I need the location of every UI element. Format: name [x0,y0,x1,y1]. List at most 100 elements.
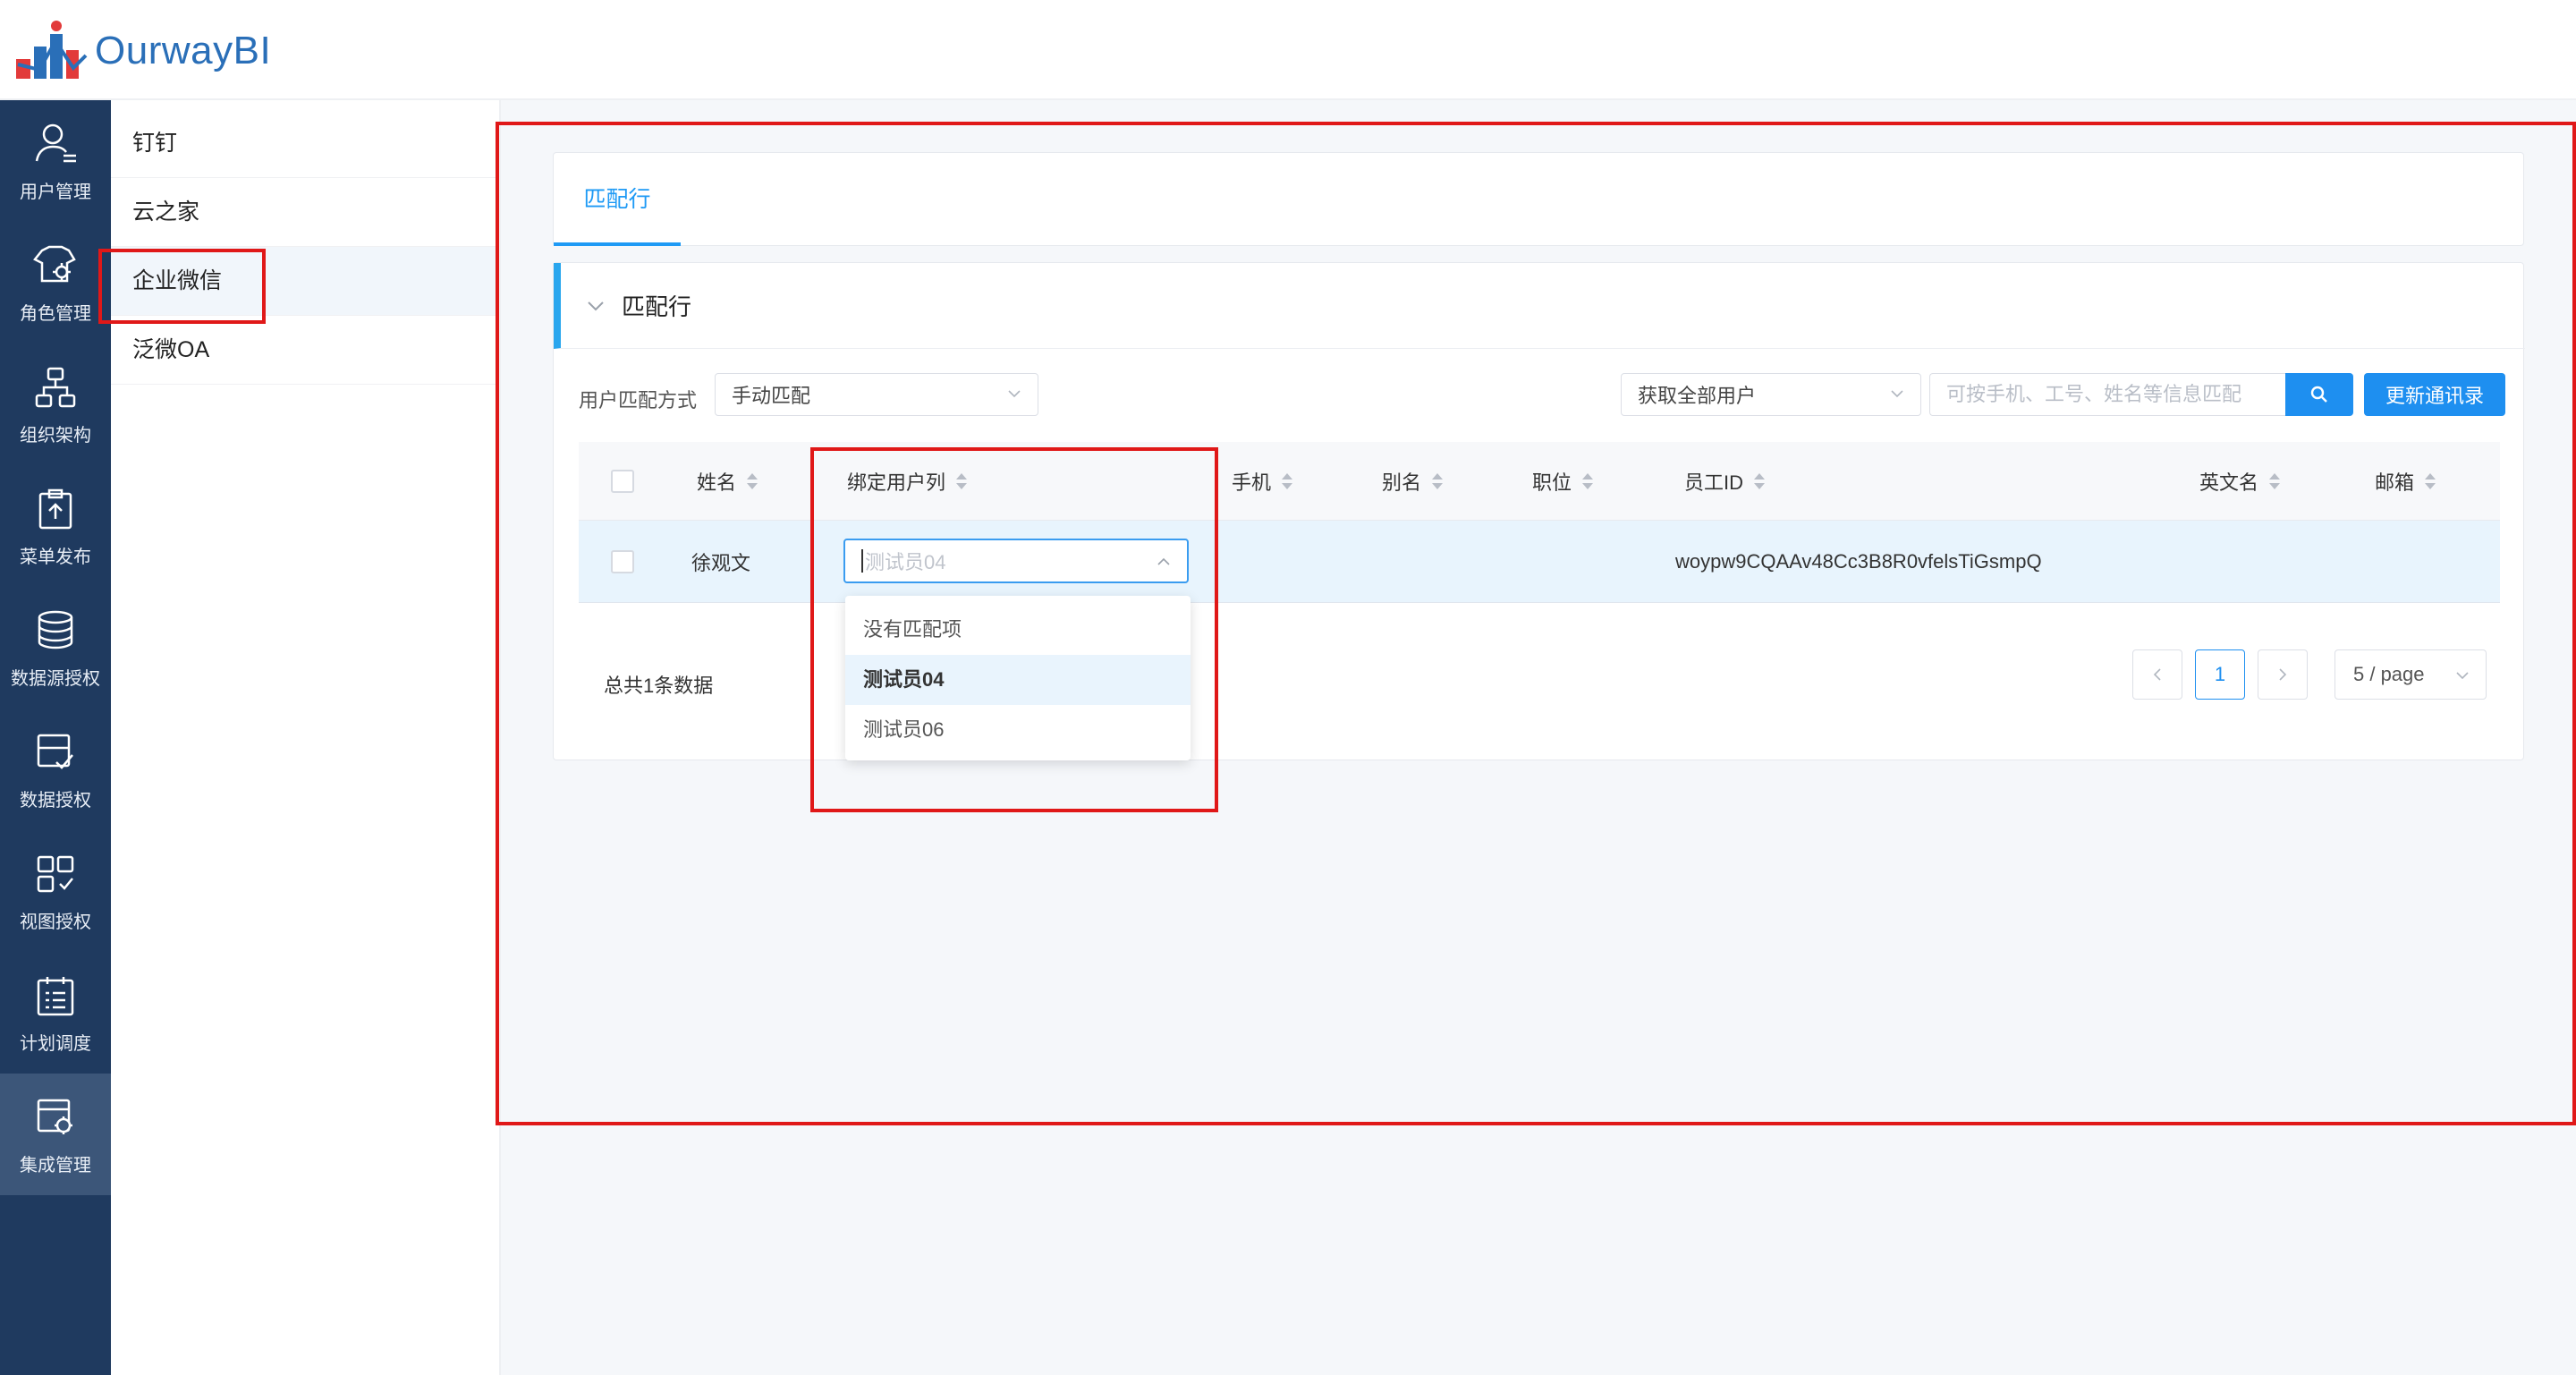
user-icon [35,123,76,162]
match-mode-select[interactable]: 手动匹配 [715,373,1038,416]
sort-icon [2425,471,2436,491]
user-scope-value: 获取全部用户 [1638,385,1757,407]
main-nav: 用户管理 角色管理 组织架构 菜单发布 数据源授权 数据授权 视图授权 计划调度… [0,100,111,1375]
match-panel: 匹配行 用户匹配方式 手动匹配 获取全部用户 更新通讯录 姓名 绑定用户列 手机… [553,262,2525,760]
chevron-down-icon [2456,672,2469,680]
sort-icon [2269,471,2281,491]
col-bound-user[interactable]: 绑定用户列 [847,442,968,520]
nav-item-org-structure[interactable]: 组织架构 [0,344,111,465]
role-settings-icon [33,245,76,282]
col-email[interactable]: 邮箱 [2375,442,2436,520]
col-phone-label: 手机 [1232,471,1272,494]
view-grid-icon [37,855,74,892]
panel-header[interactable]: 匹配行 [554,263,2525,349]
col-employee-id[interactable]: 员工ID [1684,442,1766,520]
sort-icon [956,471,968,491]
nav-label: 角色管理 [20,303,91,324]
select-all-cell [611,442,634,520]
col-email-label: 邮箱 [2375,471,2415,494]
table-row[interactable]: 徐观文 测试员04 woypw9CQAAv48Cc3B8R0vfelsTiGsm… [579,521,2500,603]
sort-icon [1754,471,1766,491]
update-contacts-button[interactable]: 更新通讯录 [2364,373,2505,416]
chevron-down-icon [1008,390,1021,398]
data-auth-icon [37,734,73,769]
col-position-label: 职位 [1532,471,1572,494]
col-bound-user-label: 绑定用户列 [847,471,946,494]
main-content: 匹配行 匹配行 用户匹配方式 手动匹配 获取全部用户 更新通讯录 姓名 绑定用户… [501,100,2576,1375]
bound-user-dropdown: 没有匹配项 测试员04 测试员06 [845,596,1191,760]
col-english-name[interactable]: 英文名 [2199,442,2281,520]
publish-icon [38,488,72,529]
nav-item-schedule[interactable]: 计划调度 [0,952,111,1074]
nav-item-role-management[interactable]: 角色管理 [0,222,111,344]
nav-label: 用户管理 [20,182,91,202]
bound-user-placeholder: 测试员04 [865,551,946,573]
logo[interactable]: OurwayBI [14,20,271,82]
tab-bar: 匹配行 [553,152,2524,246]
integration-icon [37,1099,72,1134]
dropdown-option-tester06[interactable]: 测试员06 [845,705,1191,755]
dropdown-option-tester04[interactable]: 测试员04 [845,655,1191,705]
panel-title: 匹配行 [622,293,692,320]
prev-page-button[interactable] [2132,649,2182,700]
logo-text: OurwayBI [95,29,272,72]
page-size-value: 5 / page [2353,663,2425,685]
col-position[interactable]: 职位 [1532,442,1594,520]
integration-subnav: 钉钉 云之家 企业微信 泛微OA [111,100,501,1375]
search-button[interactable] [2285,373,2353,416]
match-mode-label: 用户匹配方式 [579,389,698,412]
subnav-item-wecom[interactable]: 企业微信 [111,247,499,316]
search-input[interactable] [1929,373,2285,416]
chevron-right-icon [2279,668,2287,681]
org-chart-icon [35,367,76,407]
sort-icon [1432,471,1444,491]
chevron-left-icon [2153,668,2161,681]
sort-icon [1282,471,1293,491]
match-mode-value: 手动匹配 [732,385,811,407]
col-name[interactable]: 姓名 [697,442,758,520]
col-name-label: 姓名 [697,471,737,494]
nav-item-user-management[interactable]: 用户管理 [0,100,111,222]
nav-label: 数据源授权 [11,668,100,689]
tab-match-row[interactable]: 匹配行 [554,153,681,246]
nav-label: 数据授权 [20,790,91,811]
chevron-up-icon [1157,557,1170,565]
col-alias-label: 别名 [1382,471,1422,494]
page-button-current[interactable]: 1 [2195,649,2245,700]
cell-employee-id: woypw9CQAAv48Cc3B8R0vfelsTiGsmpQ [1675,549,2042,573]
next-page-button[interactable] [2258,649,2308,700]
sort-icon [747,471,758,491]
nav-item-integration[interactable]: 集成管理 [0,1074,111,1195]
schedule-icon [37,976,74,1015]
bound-user-select[interactable]: 测试员04 [843,539,1189,583]
nav-item-data-auth[interactable]: 数据授权 [0,709,111,830]
nav-item-view-auth[interactable]: 视图授权 [0,830,111,952]
col-english-name-label: 英文名 [2199,471,2259,494]
page-size-select[interactable]: 5 / page [2334,649,2487,700]
col-alias[interactable]: 别名 [1382,442,1444,520]
text-cursor [861,549,863,573]
subnav-item-dingtalk[interactable]: 钉钉 [111,109,499,178]
col-phone[interactable]: 手机 [1232,442,1293,520]
nav-item-menu-publish[interactable]: 菜单发布 [0,465,111,587]
table-header: 姓名 绑定用户列 手机 别名 职位 员工ID 英文名 邮箱 [579,442,2500,521]
sort-icon [1582,471,1594,491]
nav-label: 视图授权 [20,912,91,932]
app-header: OurwayBI [0,0,2576,100]
chevron-down-icon [1891,390,1903,398]
total-count: 总共1条数据 [604,675,714,697]
row-checkbox[interactable] [611,549,634,573]
search-icon [2310,386,2327,403]
subnav-item-weaver-oa[interactable]: 泛微OA [111,316,499,385]
col-employee-id-label: 员工ID [1684,471,1744,494]
nav-label: 菜单发布 [20,547,91,567]
subnav-item-yunzhijia[interactable]: 云之家 [111,178,499,247]
nav-item-datasource-auth[interactable]: 数据源授权 [0,587,111,709]
select-all-checkbox[interactable] [611,469,634,493]
nav-label: 集成管理 [20,1155,91,1176]
user-scope-select[interactable]: 获取全部用户 [1621,373,1921,416]
dropdown-option-no-match[interactable]: 没有匹配项 [845,605,1191,655]
row-select-cell [611,521,634,602]
ourway-logo-icon [14,20,88,82]
nav-label: 计划调度 [20,1033,91,1054]
